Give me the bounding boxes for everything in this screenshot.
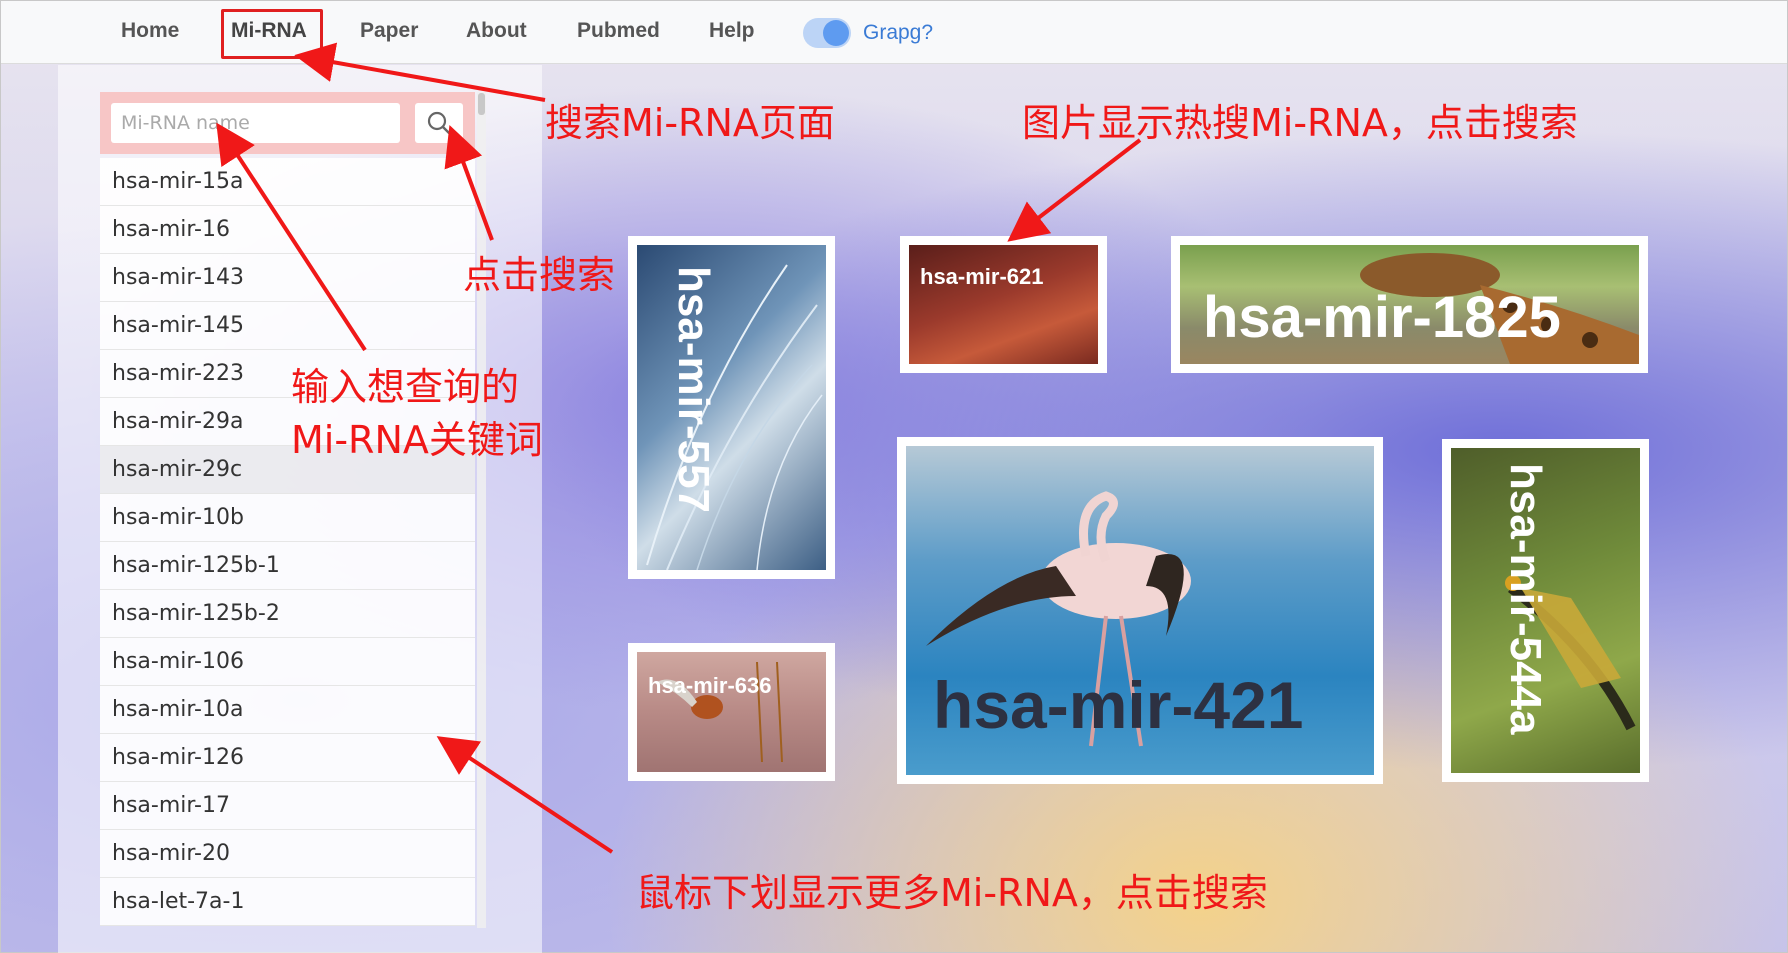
list-item[interactable]: hsa-mir-145: [100, 302, 475, 350]
toggle-knob: [823, 20, 849, 46]
annotation-scroll-hint: 鼠标下划显示更多Mi-RNA，点击搜索: [636, 871, 1268, 915]
mirna-list[interactable]: hsa-mir-15a hsa-mir-16 hsa-mir-143 hsa-m…: [100, 158, 475, 928]
list-item[interactable]: hsa-mir-10a: [100, 686, 475, 734]
tile-mir-621[interactable]: hsa-mir-621: [900, 236, 1107, 373]
bird-graphic: [657, 661, 783, 763]
annotation-input-hint-2: Mi-RNA关键词: [291, 418, 543, 462]
tile-mir-557[interactable]: hsa-mir-557: [628, 236, 835, 579]
list-item[interactable]: hsa-mir-106: [100, 638, 475, 686]
search-icon: [427, 111, 451, 135]
nav-mirna[interactable]: Mi-RNA: [231, 19, 307, 43]
list-item[interactable]: hsa-mir-20: [100, 830, 475, 878]
tile-mir-421[interactable]: hsa-mir-421: [897, 437, 1383, 784]
list-item[interactable]: hsa-mir-125b-1: [100, 542, 475, 590]
tile-label: hsa-mir-636: [648, 673, 772, 698]
list-scroll-thumb[interactable]: [478, 93, 485, 115]
list-item[interactable]: hsa-mir-10b: [100, 494, 475, 542]
tile-label: hsa-mir-421: [933, 668, 1304, 742]
nav-paper[interactable]: Paper: [360, 19, 418, 43]
list-item[interactable]: hsa-mir-125b-2: [100, 590, 475, 638]
annotation-input-hint-1: 输入想查询的: [291, 365, 520, 409]
nav-home[interactable]: Home: [121, 19, 179, 43]
graph-toggle-label[interactable]: Grapg?: [863, 21, 933, 45]
annotation-image-hot: 图片显示热搜Mi-RNA，点击搜索: [1022, 101, 1578, 145]
list-item[interactable]: hsa-let-7a-1: [100, 878, 475, 926]
tile-image-frost: [637, 245, 826, 570]
search-button[interactable]: [415, 103, 463, 143]
tile-label: hsa-mir-621: [920, 264, 1044, 289]
frost-grass-graphic: [646, 264, 823, 570]
list-item[interactable]: hsa-mir-15a: [100, 158, 475, 206]
list-item[interactable]: hsa-mir-17: [100, 782, 475, 830]
tile-label: hsa-mir-557: [669, 266, 718, 514]
list-scrollbar[interactable]: [477, 92, 486, 928]
nav-help[interactable]: Help: [709, 19, 755, 43]
list-item[interactable]: hsa-mir-16: [100, 206, 475, 254]
top-navbar: Home Mi-RNA Paper About Pubmed Help Grap…: [1, 1, 1787, 64]
tile-mir-544a[interactable]: hsa-mir-544a: [1442, 439, 1649, 782]
tile-label: hsa-mir-1825: [1203, 285, 1561, 350]
annotation-search-page: 搜索Mi-RNA页面: [545, 101, 835, 145]
tile-label: hsa-mir-544a: [1501, 463, 1550, 735]
nav-about[interactable]: About: [466, 19, 527, 43]
search-input[interactable]: [111, 103, 400, 143]
graph-toggle[interactable]: [803, 18, 851, 48]
tile-mir-636[interactable]: hsa-mir-636: [628, 643, 835, 781]
tile-image-bird: [637, 652, 826, 772]
tile-image-snowflake: [909, 245, 1098, 364]
list-item[interactable]: hsa-mir-143: [100, 254, 475, 302]
tile-mir-1825[interactable]: hsa-mir-1825: [1171, 236, 1648, 373]
nav-pubmed[interactable]: Pubmed: [577, 19, 660, 43]
annotation-click-search: 点击搜索: [463, 253, 616, 297]
list-item[interactable]: hsa-mir-126: [100, 734, 475, 782]
